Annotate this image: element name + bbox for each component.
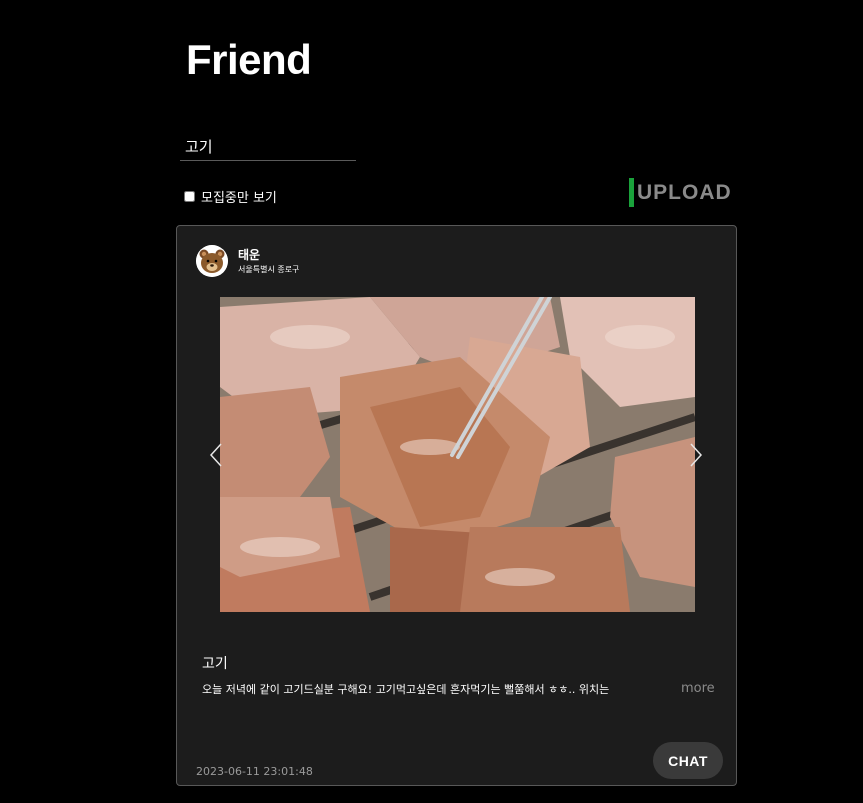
page-title: Friend (186, 36, 312, 83)
carousel-next-icon[interactable] (689, 442, 703, 468)
post-body: 오늘 저녁에 같이 고기드실분 구해요! 고기먹고싶은데 혼자먹기는 뻘쭘해서 … (202, 683, 610, 696)
post-title: 고기 (202, 656, 228, 672)
carousel-prev-icon[interactable] (209, 442, 223, 468)
more-link[interactable]: more (681, 681, 715, 696)
author-location: 서울특별시 종로구 (238, 265, 300, 274)
upload-button[interactable]: UPLOAD (629, 178, 732, 207)
post-timestamp: 2023-06-11 23:01:48 (196, 765, 313, 778)
bear-avatar-icon[interactable] (196, 245, 228, 277)
recruiting-filter[interactable]: 모집중만 보기 (184, 187, 277, 206)
recruiting-filter-label: 모집중만 보기 (201, 191, 277, 206)
grilled-pork-photo (220, 297, 695, 612)
page: Friend 모집중만 보기 UPLOAD 태운 서울특별시 종로구 (0, 0, 863, 803)
search-input[interactable] (180, 134, 356, 158)
post-card: 태운 서울특별시 종로구 고기 오늘 저녁에 같이 고기드실분 구해요! 고기먹… (176, 225, 737, 786)
post-image-carousel (220, 297, 695, 612)
chat-button[interactable]: CHAT (653, 742, 723, 779)
search-field[interactable] (180, 134, 356, 161)
recruiting-checkbox[interactable] (184, 191, 195, 202)
author-name: 태운 (238, 248, 261, 262)
